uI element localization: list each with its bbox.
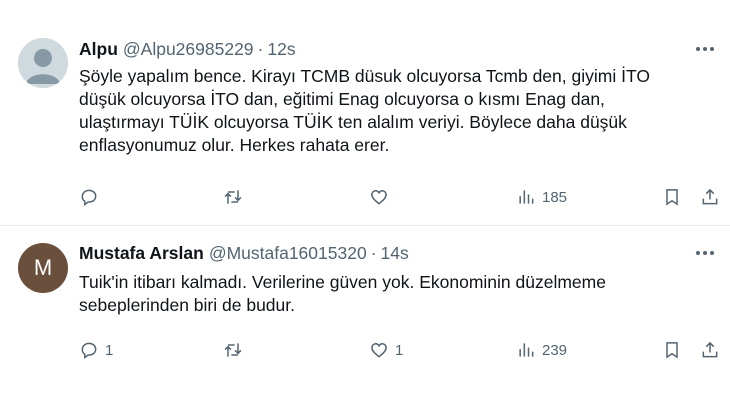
retweet-icon xyxy=(224,190,242,204)
display-name[interactable]: Alpu xyxy=(79,39,118,60)
like-icon xyxy=(371,189,387,205)
bookmark-icon xyxy=(666,189,678,206)
bookmark-icon xyxy=(666,342,678,359)
tweet-text: Şöyle yapalım bence. Kirayı TCMB düsuk o… xyxy=(79,65,719,157)
avatar[interactable] xyxy=(18,38,68,88)
like-button[interactable]: 1 xyxy=(369,337,403,363)
retweet-icon xyxy=(224,343,242,357)
tweet-header: Mustafa Arslan @Mustafa16015320 · 14s xyxy=(79,242,409,264)
like-button[interactable] xyxy=(369,184,395,210)
reply-icon xyxy=(81,342,97,359)
views-icon xyxy=(519,343,534,357)
tweet-mustafa-arslan[interactable]: M Mustafa Arslan @Mustafa16015320 · 14s … xyxy=(0,226,730,420)
more-button[interactable] xyxy=(694,242,716,264)
views-icon xyxy=(519,190,534,204)
tweet-header: Alpu @Alpu26985229 · 12s xyxy=(79,38,296,60)
more-icon xyxy=(696,47,714,51)
tweet-alpu[interactable]: Alpu @Alpu26985229 · 12s Şöyle yapalım b… xyxy=(0,0,730,226)
separator: · xyxy=(257,38,264,59)
tweet-text: Tuik'in itibarı kalmadı. Verilerine güve… xyxy=(79,271,719,317)
retweet-button[interactable] xyxy=(223,184,249,210)
tweet-text-line: ulaştırmayı TÜİK olcuyorsa TÜİK ten alal… xyxy=(79,112,627,132)
reply-count: 1 xyxy=(105,341,114,359)
tweet-text-line: enflasyonumuz olur. Herkes rahata erer. xyxy=(79,135,390,155)
timestamp[interactable]: 12s xyxy=(267,39,295,60)
more-icon xyxy=(696,251,714,255)
views-button[interactable]: 239 xyxy=(516,337,567,363)
views-count: 185 xyxy=(542,188,568,206)
user-handle[interactable]: @Mustafa16015320 xyxy=(209,243,367,264)
action-bar: 1 1 239 xyxy=(0,337,730,363)
share-button[interactable] xyxy=(700,184,720,210)
timestamp[interactable]: 14s xyxy=(381,243,409,264)
default-profile-icon xyxy=(18,38,68,88)
share-icon xyxy=(702,341,718,358)
reply-button[interactable]: 1 xyxy=(79,337,113,363)
like-count: 1 xyxy=(395,341,404,359)
tweet-text-line: düşük olcuyorsa İTO dan, eğitimi Enag ol… xyxy=(79,89,605,109)
views-count: 239 xyxy=(542,341,568,359)
tweet-text-line: Tuik'in itibarı kalmadı. Verilerine güve… xyxy=(79,272,606,292)
bookmark-button[interactable] xyxy=(662,337,682,363)
avatar[interactable]: M xyxy=(18,243,68,293)
share-button[interactable] xyxy=(700,337,720,363)
reply-icon xyxy=(81,189,97,206)
tweet-text-line: Şöyle yapalım bence. Kirayı TCMB düsuk o… xyxy=(79,66,650,86)
like-icon xyxy=(371,342,387,358)
reply-button[interactable] xyxy=(79,184,105,210)
tweet-text-line: sebeplerinden biri de budur. xyxy=(79,295,295,315)
share-icon xyxy=(702,188,718,205)
user-handle[interactable]: @Alpu26985229 xyxy=(123,39,254,60)
separator: · xyxy=(370,242,377,263)
more-button[interactable] xyxy=(694,38,716,60)
views-button[interactable]: 185 xyxy=(516,184,567,210)
display-name[interactable]: Mustafa Arslan xyxy=(79,243,204,264)
action-bar: 185 xyxy=(0,184,730,210)
retweet-button[interactable] xyxy=(223,337,249,363)
bookmark-button[interactable] xyxy=(662,184,682,210)
